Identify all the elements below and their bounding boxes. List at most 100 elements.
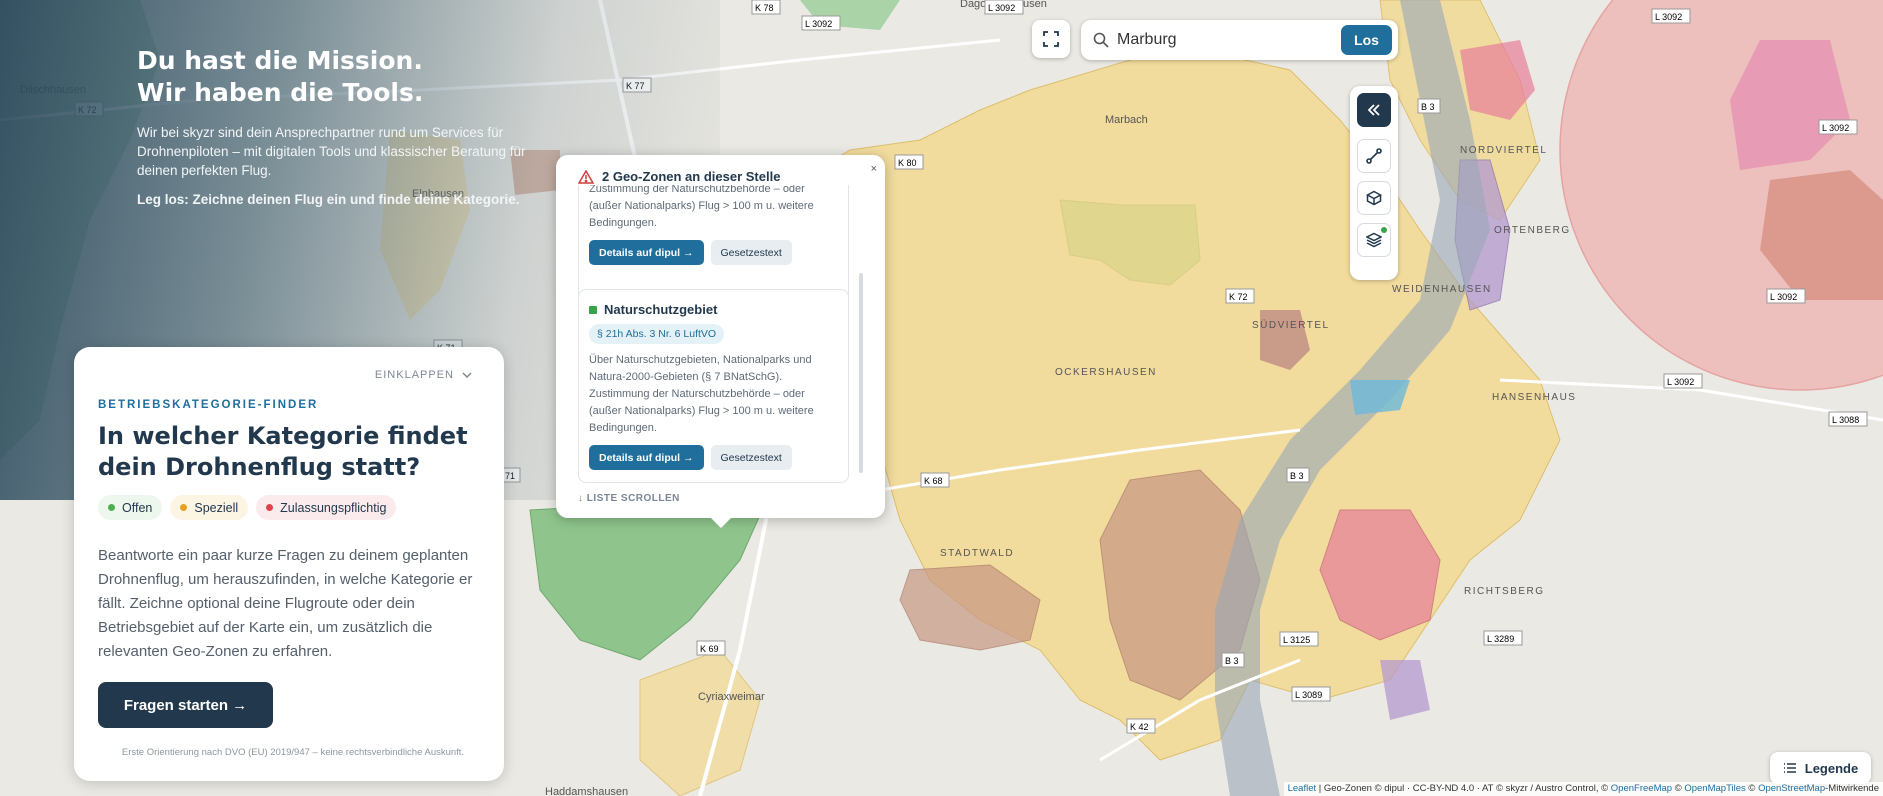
zone-description: Über Naturschutzgebieten, Nationalparks … bbox=[589, 354, 814, 434]
geo-zone-popup: 2 Geo-Zonen an dieser Stelle × Zustimmun… bbox=[556, 155, 885, 528]
map-place-label: ORTENBERG bbox=[1494, 225, 1571, 236]
attribution-text: © bbox=[1672, 783, 1685, 794]
finder-title: In welcher Kategorie findet dein Drohnen… bbox=[98, 422, 468, 481]
chip-specific: Speziell bbox=[170, 495, 249, 520]
chevron-down-icon bbox=[462, 371, 472, 378]
scroll-hint-label: LISTE SCROLLEN bbox=[586, 493, 680, 504]
law-reference-badge: § 21h Abs. 3 Nr. 6 LuftVO bbox=[589, 324, 725, 344]
map-place-label: NORDVIERTEL bbox=[1460, 145, 1547, 156]
layers-active-dot bbox=[1381, 227, 1387, 233]
road-label: B 3 bbox=[1417, 98, 1441, 114]
fullscreen-button[interactable] bbox=[1032, 20, 1070, 58]
law-text-button[interactable]: Gesetzestext bbox=[710, 240, 792, 265]
popup-scrollbar[interactable] bbox=[859, 273, 863, 473]
chip-label: Offen bbox=[122, 500, 153, 515]
map-place-label: RICHTSBERG bbox=[1464, 586, 1545, 597]
road-label: L 3125 bbox=[1279, 631, 1319, 647]
zone-actions: Details auf dipul → Gesetzestext bbox=[579, 445, 848, 470]
chip-certified: Zulassungspflichtig bbox=[256, 495, 397, 520]
chip-label: Speziell bbox=[194, 500, 239, 515]
layers-icon bbox=[1366, 232, 1382, 248]
road-label-text: L 3092 bbox=[1770, 292, 1797, 302]
zone-card: Naturschutzgebiet § 21h Abs. 3 Nr. 6 Luf… bbox=[578, 289, 849, 483]
road-label-text: B 3 bbox=[1225, 656, 1239, 666]
road-label: K 78 bbox=[751, 0, 781, 15]
road-label-text: L 3088 bbox=[1832, 415, 1859, 425]
popup-title: 2 Geo-Zonen an dieser Stelle bbox=[602, 169, 781, 184]
hero-title-line2: Wir haben die Tools. bbox=[137, 78, 424, 107]
road-label-text: L 3092 bbox=[805, 19, 832, 29]
map-place-label: WEIDENHAUSEN bbox=[1392, 284, 1492, 295]
map-attribution: Leaflet | Geo-Zonen © dipul · CC-BY-ND 4… bbox=[1283, 782, 1883, 796]
collapse-label: EINKLAPPEN bbox=[374, 369, 454, 381]
collapse-button[interactable]: EINKLAPPEN bbox=[375, 369, 472, 381]
road-label-text: L 3125 bbox=[1283, 635, 1310, 645]
chip-open: Offen bbox=[98, 495, 163, 520]
road-label: L 3289 bbox=[1483, 630, 1523, 646]
openmaptiles-link[interactable]: OpenMapTiles bbox=[1684, 783, 1745, 794]
road-label: K 80 bbox=[894, 154, 924, 170]
draw-area-button[interactable] bbox=[1357, 181, 1391, 215]
search-button[interactable]: Los bbox=[1341, 25, 1392, 55]
openfreemap-link[interactable]: OpenFreeMap bbox=[1611, 783, 1672, 794]
hero-description: Wir bei skyzr sind dein Ansprechpartner … bbox=[137, 125, 526, 178]
road-label-text: B 3 bbox=[1290, 471, 1304, 481]
road-label: L 3092 bbox=[984, 0, 1024, 15]
road-label: K 42 bbox=[1126, 718, 1156, 734]
route-line-icon bbox=[1366, 148, 1382, 164]
road-label-text: L 3092 bbox=[988, 3, 1015, 13]
hero-title-line1: Du hast die Mission. bbox=[137, 46, 423, 75]
road-label-text: L 3092 bbox=[1655, 12, 1682, 22]
zone-description: Zustimmung der Naturschutzbehörde – oder… bbox=[589, 183, 814, 229]
popup-header: 2 Geo-Zonen an dieser Stelle bbox=[578, 169, 780, 184]
road-label-text: K 80 bbox=[898, 158, 917, 168]
law-text-button[interactable]: Gesetzestext bbox=[710, 445, 792, 470]
leaflet-link[interactable]: Leaflet bbox=[1288, 783, 1317, 794]
zone-actions: Details auf dipul → Gesetzestext bbox=[579, 240, 848, 265]
road-label-text: B 3 bbox=[1421, 102, 1435, 112]
road-label: L 3092 bbox=[1818, 119, 1858, 135]
search-icon bbox=[1093, 32, 1109, 48]
openstreetmap-link[interactable]: OpenStreetMap bbox=[1758, 783, 1825, 794]
close-icon[interactable]: × bbox=[871, 163, 877, 175]
category-finder-panel: EINKLAPPEN BETRIEBSKATEGORIE-FINDER In w… bbox=[74, 347, 504, 781]
dipul-details-button[interactable]: Details auf dipul → bbox=[589, 445, 704, 470]
zone-name: Naturschutzgebiet bbox=[604, 302, 718, 317]
road-label-text: K 78 bbox=[755, 3, 774, 13]
collapse-toolbar-button[interactable] bbox=[1357, 93, 1391, 127]
scroll-hint: ↓ LISTE SCROLLEN bbox=[578, 493, 680, 504]
road-label: L 3088 bbox=[1828, 411, 1868, 427]
warning-icon bbox=[578, 169, 594, 184]
double-chevron-left-icon bbox=[1367, 104, 1380, 116]
road-label-text: K 69 bbox=[700, 644, 719, 654]
attribution-text: -Mitwirkende bbox=[1825, 783, 1879, 794]
map-place-label: Cyriaxweimar bbox=[698, 691, 765, 703]
road-label-text: K 72 bbox=[1229, 292, 1248, 302]
layers-button[interactable] bbox=[1357, 223, 1391, 257]
chip-label: Zulassungspflichtig bbox=[280, 500, 387, 515]
search-input[interactable] bbox=[1117, 31, 1341, 49]
start-questions-button[interactable]: Fragen starten → bbox=[98, 682, 273, 728]
box-icon bbox=[1366, 190, 1382, 206]
road-label-text: L 3092 bbox=[1822, 123, 1849, 133]
map-place-label: HANSENHAUS bbox=[1492, 392, 1576, 403]
finder-eyebrow: BETRIEBSKATEGORIE-FINDER bbox=[98, 399, 319, 411]
road-label: L 3092 bbox=[1651, 8, 1691, 24]
draw-route-button[interactable] bbox=[1357, 139, 1391, 173]
map-toolbar bbox=[1350, 86, 1398, 280]
dipul-details-button[interactable]: Details auf dipul → bbox=[589, 240, 704, 265]
road-label: L 3089 bbox=[1291, 686, 1331, 702]
road-label: L 3092 bbox=[801, 15, 841, 31]
attribution-text: | Geo-Zonen © dipul · CC-BY-ND 4.0 · AT … bbox=[1316, 783, 1611, 794]
map-place-label: Marbach bbox=[1105, 114, 1148, 126]
legend-button[interactable]: Legende bbox=[1770, 752, 1871, 784]
finder-disclaimer: Erste Orientierung nach DVO (EU) 2019/94… bbox=[121, 747, 465, 758]
road-label-text: K 42 bbox=[1130, 722, 1149, 732]
chip-dot bbox=[180, 504, 188, 511]
road-label: B 3 bbox=[1221, 652, 1245, 668]
zone-title: Naturschutzgebiet bbox=[579, 290, 848, 317]
map-place-label: STADTWALD bbox=[940, 548, 1014, 559]
road-label: L 3092 bbox=[1766, 288, 1806, 304]
fullscreen-icon bbox=[1043, 31, 1059, 47]
road-label: L 3092 bbox=[1663, 373, 1703, 389]
